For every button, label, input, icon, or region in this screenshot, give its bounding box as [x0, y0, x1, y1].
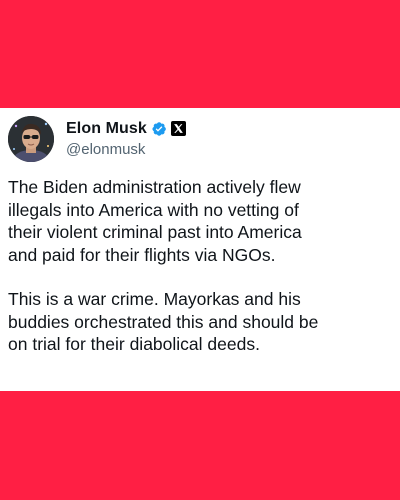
x-logo-icon [170, 121, 187, 137]
avatar-image [8, 116, 54, 162]
verified-check-icon [151, 121, 167, 137]
post-paragraph: This is a war crime. Mayorkas and his bu… [8, 289, 319, 354]
author-handle[interactable]: @elonmusk [66, 141, 145, 158]
post-card: Elon Musk @elonmusk The Biden administra… [0, 108, 400, 391]
post-text: The Biden administration actively flew i… [8, 176, 396, 356]
post-paragraph: The Biden administration actively flew i… [8, 177, 302, 265]
author-display-name[interactable]: Elon Musk [66, 120, 147, 138]
avatar[interactable] [8, 116, 54, 162]
author-name-row: Elon Musk [66, 119, 187, 139]
